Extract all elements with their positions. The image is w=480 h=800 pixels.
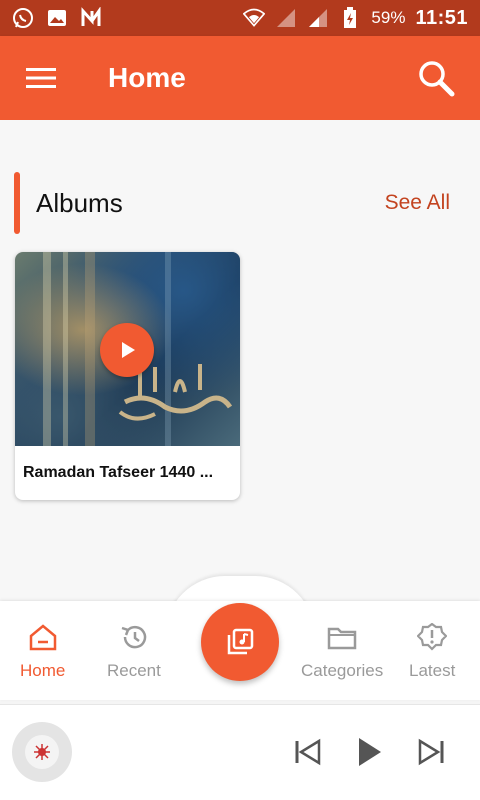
album-play-button[interactable]: [100, 323, 154, 377]
badge-alert-icon: [417, 623, 448, 651]
album-card[interactable]: Ramadan Tafseer 1440 ...: [15, 252, 240, 500]
battery-percent: 59%: [371, 8, 406, 27]
gallery-icon: [46, 7, 68, 29]
section-accent-bar: [14, 172, 20, 234]
mini-player: [0, 704, 480, 800]
play-button[interactable]: [352, 735, 386, 769]
status-bar: 59% 11:51: [0, 0, 480, 36]
next-button[interactable]: [414, 735, 448, 769]
section-title: Albums: [36, 187, 123, 218]
album-cover-image: [15, 252, 240, 446]
see-all-link[interactable]: See All: [385, 191, 450, 215]
albums-section-header: Albums See All: [14, 172, 480, 234]
app-bar: Home: [0, 36, 480, 120]
main-content: Albums See All Ramadan Tafseer 1440 ...: [0, 120, 480, 600]
signal-icon: [275, 7, 297, 29]
page-title: Home: [108, 62, 186, 93]
nav-item-recent[interactable]: Recent: [107, 623, 161, 681]
nav-label: Recent: [107, 661, 161, 680]
menu-button[interactable]: [24, 61, 58, 95]
folder-icon: [327, 627, 357, 650]
nav-item-home[interactable]: Home: [20, 623, 65, 681]
player-thumbnail[interactable]: [12, 722, 72, 782]
previous-button[interactable]: [291, 735, 325, 769]
album-title: Ramadan Tafseer 1440 ...: [23, 464, 214, 481]
play-icon: [122, 342, 135, 358]
menu-icon: [26, 68, 56, 88]
nav-item-categories[interactable]: Categories: [301, 623, 383, 681]
music-library-button[interactable]: [201, 603, 279, 681]
music-library-icon: [227, 628, 254, 655]
whatsapp-icon: [12, 7, 34, 29]
search-button[interactable]: [416, 58, 456, 98]
search-icon: [419, 61, 455, 97]
nav-label: Latest: [409, 661, 456, 680]
nav-item-latest[interactable]: Latest: [409, 623, 455, 681]
app-n-icon: [80, 7, 102, 29]
nav-label: Home: [20, 661, 66, 680]
nav-label: Categories: [301, 661, 384, 680]
signal-icon: [307, 7, 329, 29]
wifi-icon: [243, 7, 266, 29]
clock: 11:51: [415, 6, 468, 29]
home-icon: [29, 624, 56, 651]
skip-next-icon: [418, 738, 444, 766]
play-icon: [359, 738, 381, 766]
battery-icon: [339, 7, 361, 29]
skip-previous-icon: [295, 738, 321, 766]
disc-icon: [25, 735, 59, 769]
history-icon: [121, 625, 147, 649]
